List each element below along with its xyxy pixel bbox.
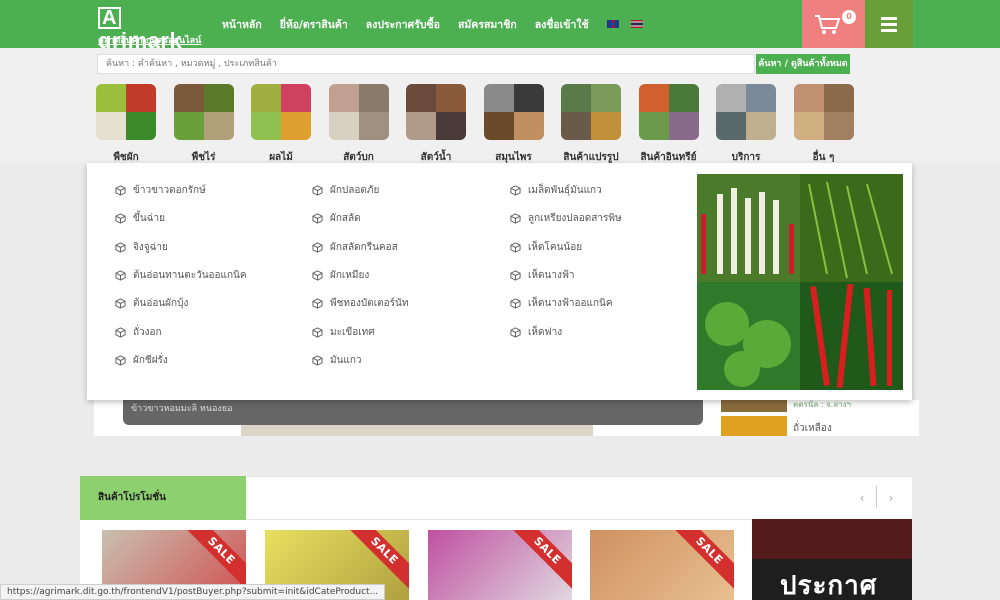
category-image [483,84,544,140]
subcategory-link[interactable]: ถั่วงอก [115,325,162,340]
box-icon [312,241,323,253]
subcategory-link[interactable]: ผักสลัดกรีนคอส [312,240,398,255]
hamburger-menu-button[interactable] [865,0,913,48]
box-icon [312,185,323,196]
category-item[interactable]: พืชไร่ [173,84,234,165]
category-item[interactable]: พืชผัก [96,84,156,165]
box-icon [510,326,521,338]
sale-ribbon: SALE [508,530,572,590]
sale-ribbon: SALE [345,530,409,590]
subcategory-link[interactable]: จิงจูฉ่าย [115,240,168,255]
category-image [716,84,776,140]
thai-flag-icon[interactable] [630,20,643,28]
nav-home[interactable]: หน้าหลัก [222,16,262,33]
subcategory-link[interactable]: พืชทองบัตเตอร์นัท [312,296,408,311]
promotion-title: สินค้าโปรโมชั่น [80,476,246,520]
hamburger-icon [881,17,897,20]
category-image [96,84,156,140]
subcategory-link[interactable]: ต้นอ่อนทานตะวันออแกนิค [115,268,247,283]
english-flag-icon[interactable] [606,20,619,28]
shopping-cart-icon [815,15,841,34]
browser-status-bar: https://agrimark.dit.go.th/frontendV1/po… [0,584,386,600]
category-item[interactable]: สินค้าแปรรูป [561,84,621,165]
category-image [638,84,699,140]
carousel-prev-button[interactable]: ‹ [854,489,870,507]
box-icon [115,298,126,309]
category-image [793,84,854,140]
subcategory-link[interactable]: เห็ดฟาง [510,325,562,340]
announcement-banner[interactable]: ประกาศ [752,519,912,600]
box-icon [510,241,521,253]
category-image [328,84,389,140]
box-icon [510,213,521,224]
subcategory-link[interactable]: เห็ดโคนน้อย [510,240,582,255]
box-icon [115,185,126,196]
subcategory-link[interactable]: เห็ดนางฟ้าออแกนิค [510,296,613,311]
box-icon [312,270,323,281]
divider [876,486,877,508]
slider-image[interactable] [241,425,593,436]
subcategory-link[interactable]: ผักชีฝรั่ง [115,353,168,368]
category-item[interactable]: ผลไม้ [251,84,311,165]
subcategory-link[interactable]: เห็ดนางฟ้า [510,268,575,283]
category-item[interactable]: สัตว์น้ำ [406,84,466,165]
box-icon [510,298,521,309]
category-image [173,84,234,140]
cart-button[interactable]: 0 [802,0,865,48]
promo-product-card[interactable]: SALE [428,530,572,600]
box-icon [312,326,323,338]
logo-tagline: ตลาดสินค้าเกษตรออนไลน์ [98,36,202,46]
subcategory-link[interactable]: มะเขือเทศ [312,325,375,340]
nav-login[interactable]: ลงชื่อเข้าใช้ [535,16,589,33]
carousel-next-button[interactable]: › [883,489,899,507]
box-icon [312,355,323,366]
subcategory-link[interactable]: ผักเหมียง [312,268,369,283]
subcategory-link[interactable]: เมล็ดพันธุ์มันแกว [510,183,602,198]
box-icon [115,270,126,281]
side-product-thumb[interactable] [721,416,787,436]
subcategory-link[interactable]: ผักปลอดภัย [312,183,379,198]
search-button[interactable]: ค้นหา / ดูสินค้าทั้งหมด [756,54,850,74]
nav-brands[interactable]: ยี่ห้อ/ตราสินค้า [280,16,348,33]
agrimark-logo[interactable]: Agrimark ตลาดสินค้าเกษตรออนไลน์ [98,5,202,53]
vegetables-image [697,174,903,390]
category-image [406,84,466,140]
cart-count-badge: 0 [842,10,856,24]
box-icon [115,355,126,366]
category-image [251,84,311,140]
box-icon [115,241,126,253]
box-icon [510,185,521,196]
search-input[interactable] [97,54,755,74]
side-product-thumb[interactable] [721,400,787,412]
category-item[interactable]: บริการ [716,84,776,165]
box-icon [312,298,323,309]
sale-ribbon: SALE [670,530,734,590]
nav-register[interactable]: สมัครสมาชิก [458,16,517,33]
category-dropdown-panel: ข้าวขาวดอกรักษ์ขึ้นฉ่ายจิงจูฉ่ายต้นอ่อนท… [87,163,912,400]
category-item[interactable]: สมุนไพร [483,84,544,165]
subcategory-link[interactable]: ข้าวขาวดอกรักษ์ [115,183,206,198]
sale-ribbon: SALE [182,530,246,590]
subcategory-link[interactable]: ต้นอ่อนผักบุ้ง [115,296,188,311]
slider-caption: ข้าวขาวหอมมะลิ หนองยอ [123,400,703,425]
subcategory-link[interactable]: ลูกเหรียงปลอดสารพิษ [510,211,622,226]
category-image [561,84,621,140]
box-icon [115,326,126,338]
promo-product-card[interactable]: SALE [590,530,734,600]
box-icon [312,213,323,224]
subcategory-link[interactable]: ขึ้นฉ่าย [115,211,165,226]
box-icon [510,270,521,281]
subcategory-link[interactable]: มันแกว [312,353,362,368]
category-item[interactable]: สัตว์บก [328,84,389,165]
box-icon [115,213,126,224]
announcement-text: ประกาศ [780,571,878,600]
category-item[interactable]: อื่น ๆ [793,84,854,165]
main-nav: หน้าหลัก ยี่ห้อ/ตราสินค้า ลงประกาศรับซื้… [222,0,655,48]
side-product-name[interactable]: ถั่วเหลือง [793,421,832,436]
subcategory-link[interactable]: ผักสลัด [312,211,361,226]
nav-post-buy[interactable]: ลงประกาศรับซื้อ [366,16,440,33]
category-item[interactable]: สินค้าอินทรีย์ [638,84,699,165]
